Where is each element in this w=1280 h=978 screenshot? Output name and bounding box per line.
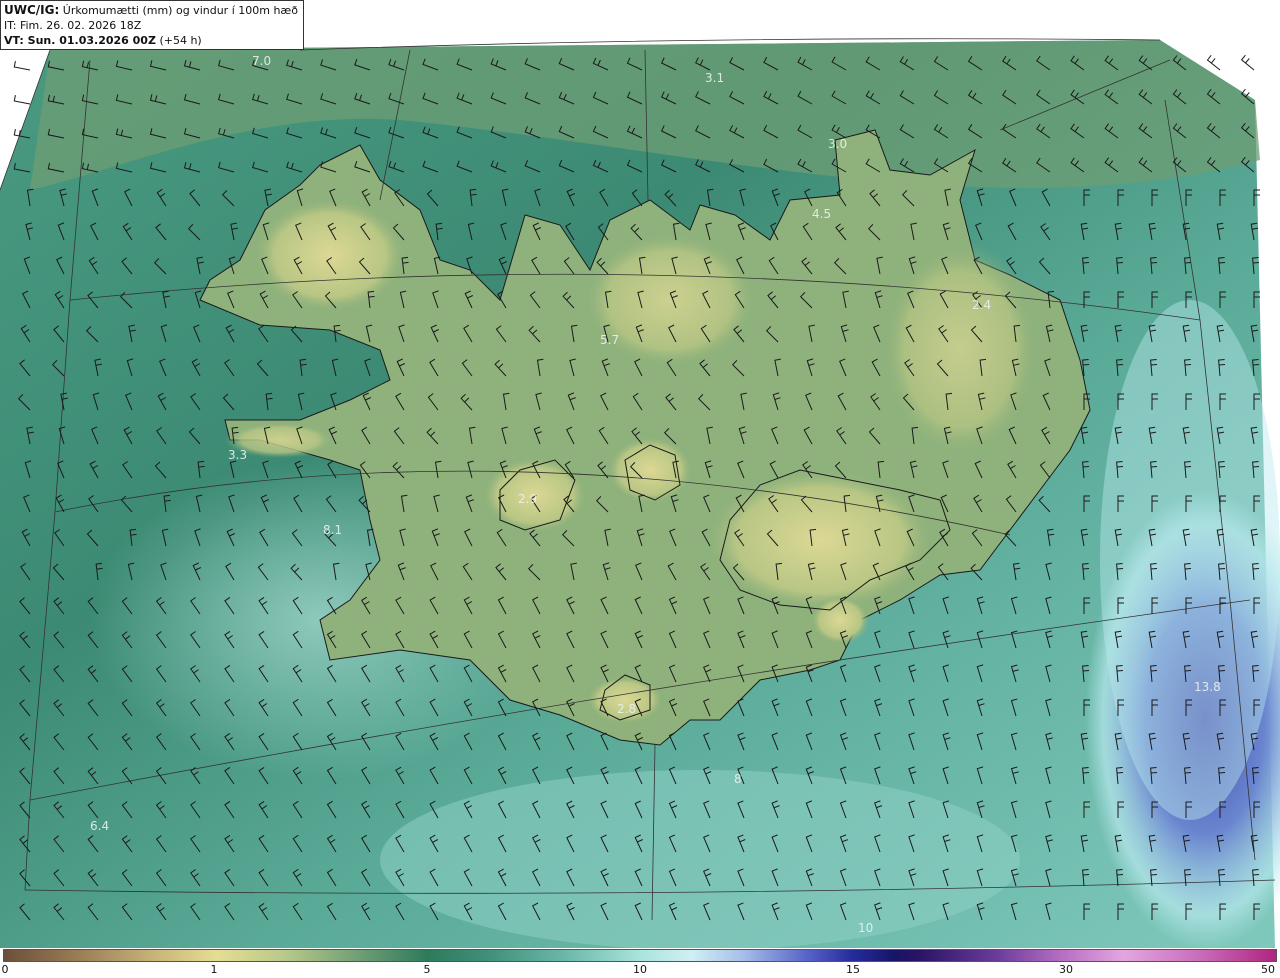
colorbar-tick: 1 xyxy=(210,963,218,976)
wind-barb xyxy=(13,95,31,105)
map-label: 3.1 xyxy=(705,71,724,85)
map-label: 4.5 xyxy=(812,207,831,221)
colorbar-legend: 0 1 5 10 15 30 50 xyxy=(0,948,1280,978)
map-label: 5.7 xyxy=(600,333,619,347)
colorbar-tick: 30 xyxy=(1059,963,1073,976)
map-label: 7.0 xyxy=(252,54,271,68)
precipitation-map: 7.0 3.1 3.0 4.5 2.4 5.7 3.3 2.9 8.1 2.8 … xyxy=(0,38,1280,948)
wind-barb xyxy=(1206,54,1221,71)
map-label: 8 xyxy=(734,772,742,786)
highland-myrdalsjokull xyxy=(585,675,665,725)
wind-barb xyxy=(1240,54,1255,71)
map-label: 10 xyxy=(858,921,873,935)
valid-time: VT: Sun. 01.03.2026 00Z xyxy=(4,34,156,47)
map-label: 3.3 xyxy=(228,448,247,462)
colorbar-tick: 50 xyxy=(1261,963,1275,976)
lead-time: (+54 h) xyxy=(159,34,202,47)
colorbar-tick: 0 xyxy=(1,963,9,976)
colorbar xyxy=(3,949,1277,962)
highland-east xyxy=(880,240,1040,460)
highland-westfjords xyxy=(250,195,410,315)
south-light-area xyxy=(380,770,1020,948)
map-label: 3.0 xyxy=(828,137,847,151)
parameter-name: Úrkomumætti (mm) og vindur í 100m hæð xyxy=(62,4,298,17)
map-label: 2.4 xyxy=(972,298,991,312)
map-label: 8.1 xyxy=(323,523,342,537)
colorbar-tick: 5 xyxy=(423,963,431,976)
map-label: 2.9 xyxy=(518,492,537,506)
map-label: 2.8 xyxy=(617,702,636,716)
init-time: IT: Fim. 26. 02. 2026 18Z xyxy=(4,19,142,32)
model-name: UWC/IG: xyxy=(4,3,60,17)
colorbar-tick: 10 xyxy=(633,963,647,976)
map-header: UWC/IG: Úrkomumætti (mm) og vindur í 100… xyxy=(0,0,304,50)
map-label: 13.8 xyxy=(1194,680,1221,694)
map-label: 6.4 xyxy=(90,819,109,833)
wind-barb xyxy=(13,61,31,71)
colorbar-tick: 15 xyxy=(846,963,860,976)
